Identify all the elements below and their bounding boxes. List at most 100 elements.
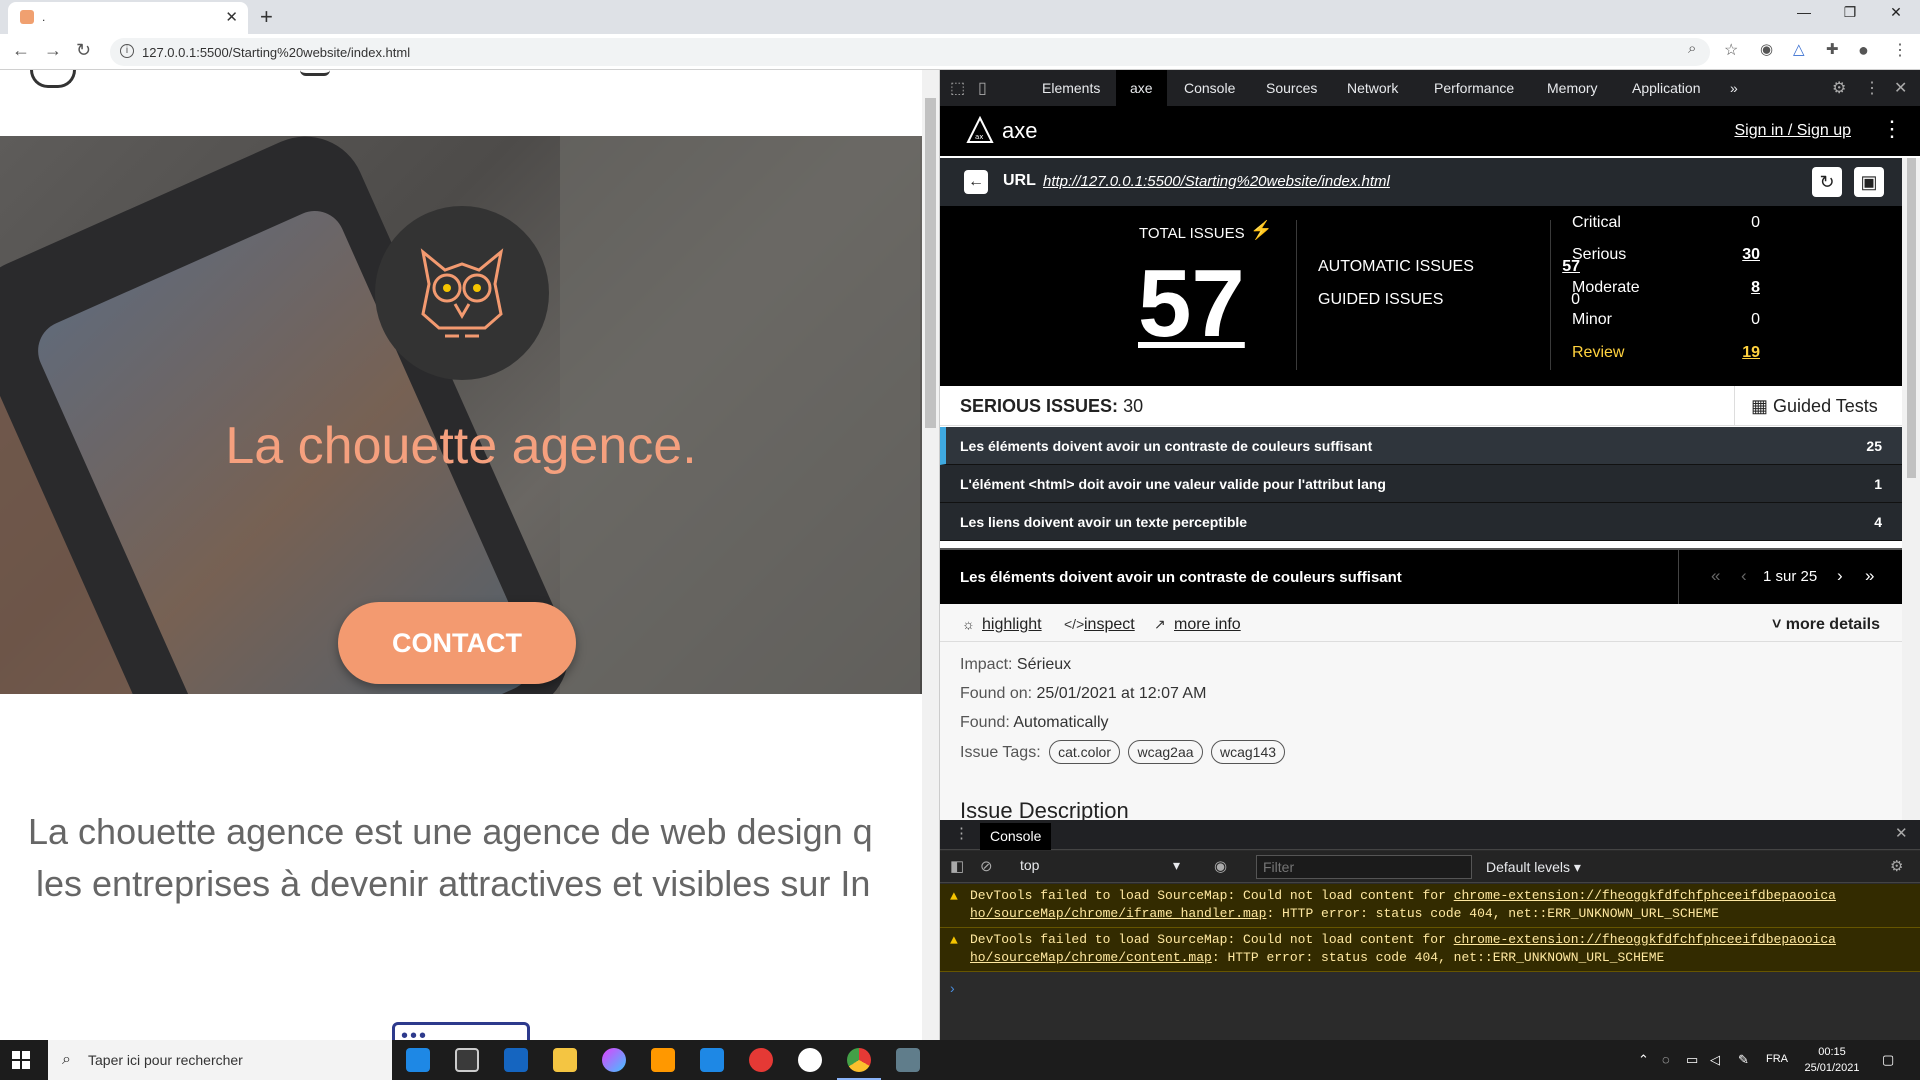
rescan-icon[interactable]: ↻: [1812, 167, 1842, 197]
mail-icon[interactable]: [504, 1048, 528, 1072]
axe-scrollbar[interactable]: [1902, 158, 1920, 820]
save-icon[interactable]: ▣: [1854, 167, 1884, 197]
drawer-menu-icon[interactable]: ⋮: [954, 824, 969, 842]
extensions-puzzle-icon[interactable]: ✚: [1826, 40, 1839, 58]
owl-logo: [375, 206, 549, 380]
minimize-button[interactable]: —: [1784, 4, 1824, 20]
page-scrollbar[interactable]: [922, 70, 939, 1040]
zoom-icon[interactable]: ⌕: [1688, 40, 1696, 57]
paint-icon[interactable]: [602, 1048, 626, 1072]
log-levels-select[interactable]: Default levels ▾: [1486, 859, 1581, 876]
volume-icon[interactable]: ◁: [1710, 1052, 1720, 1068]
more-details-toggle[interactable]: ˅ more details: [1772, 616, 1880, 634]
tab-axe[interactable]: axe: [1116, 70, 1167, 106]
console-filter-input[interactable]: [1256, 855, 1472, 879]
sidebar-toggle-icon[interactable]: ◧: [950, 857, 964, 875]
console-prompt[interactable]: ›: [950, 980, 955, 996]
tab-network[interactable]: Network: [1347, 70, 1398, 106]
page-scrollbar-thumb[interactable]: [925, 98, 936, 428]
pen-icon[interactable]: ✎: [1738, 1052, 1749, 1068]
bookmark-star-icon[interactable]: ☆: [1724, 40, 1738, 60]
close-drawer-icon[interactable]: ✕: [1895, 824, 1908, 842]
tray-chevron-icon[interactable]: ⌃: [1638, 1052, 1649, 1068]
store-icon[interactable]: [455, 1048, 479, 1072]
browser-tab[interactable]: . ✕: [8, 2, 248, 34]
prev-page-icon[interactable]: ‹: [1741, 566, 1747, 586]
taskbar-search-placeholder[interactable]: Taper ici pour rechercher: [88, 1052, 243, 1068]
profile-avatar-icon[interactable]: ●: [1858, 40, 1869, 61]
language-indicator[interactable]: FRA: [1766, 1053, 1788, 1065]
contact-button[interactable]: CONTACT: [338, 602, 576, 684]
clock[interactable]: 00:15 25/01/2021: [1802, 1044, 1862, 1076]
last-page-icon[interactable]: »: [1865, 566, 1874, 586]
network-icon[interactable]: ▭: [1686, 1052, 1698, 1068]
clear-console-icon[interactable]: ⊘: [980, 857, 993, 875]
tray-app-icon[interactable]: ◌: [1662, 1052, 1670, 1067]
guided-tests-button[interactable]: ▦ Guided Tests: [1734, 386, 1902, 426]
windows-start-icon[interactable]: [12, 1051, 30, 1069]
tab-console[interactable]: Console: [1184, 70, 1235, 106]
app-icon-11[interactable]: [896, 1048, 920, 1072]
tab-application[interactable]: Application: [1632, 70, 1701, 106]
address-url[interactable]: 127.0.0.1:5500/Starting%20website/index.…: [142, 45, 410, 60]
review-count[interactable]: 19: [1700, 344, 1760, 362]
site-logo[interactable]: [30, 70, 76, 88]
opera-icon[interactable]: [749, 1048, 773, 1072]
browser-menu-icon[interactable]: ⋮: [1892, 40, 1908, 60]
axe-extension-icon[interactable]: △: [1793, 40, 1805, 58]
serious-count[interactable]: 30: [1700, 246, 1760, 264]
next-page-icon[interactable]: ›: [1837, 566, 1843, 586]
extension-w-icon[interactable]: ◉: [1760, 40, 1773, 58]
forward-icon[interactable]: →: [44, 40, 62, 61]
context-select[interactable]: top ▾: [1020, 857, 1180, 873]
tab-elements[interactable]: Elements: [1042, 70, 1100, 106]
highlight-link[interactable]: highlight: [982, 616, 1042, 634]
search-icon: ⌕: [62, 1051, 71, 1068]
issue-row[interactable]: L'élément <html> doit avoir une valeur v…: [940, 465, 1902, 503]
tab-memory[interactable]: Memory: [1547, 70, 1598, 106]
back-icon[interactable]: ←: [12, 40, 30, 61]
console-settings-gear-icon[interactable]: ⚙: [1890, 857, 1903, 875]
issue-row[interactable]: Les liens doivent avoir un texte percept…: [940, 503, 1902, 541]
device-toolbar-icon[interactable]: ▯: [978, 78, 987, 98]
axe-back-button[interactable]: ←: [964, 170, 988, 194]
inspect-link[interactable]: inspect: [1084, 616, 1135, 634]
wamp-icon[interactable]: [798, 1048, 822, 1072]
more-tabs-icon[interactable]: »: [1730, 70, 1738, 106]
axe-scrollbar-thumb[interactable]: [1907, 158, 1916, 478]
file-explorer-icon[interactable]: [553, 1048, 577, 1072]
app-icon-1[interactable]: [406, 1048, 430, 1072]
sign-in-link[interactable]: Sign in / Sign up: [1734, 122, 1851, 140]
close-devtools-icon[interactable]: ✕: [1894, 78, 1907, 98]
close-tab-icon[interactable]: ✕: [225, 8, 238, 26]
total-issues-count[interactable]: 57: [1138, 254, 1245, 354]
tab-performance[interactable]: Performance: [1434, 70, 1514, 106]
moderate-count[interactable]: 8: [1700, 279, 1760, 297]
issue-row[interactable]: Les éléments doivent avoir un contraste …: [940, 427, 1902, 465]
notifications-icon[interactable]: ▢: [1882, 1052, 1894, 1068]
sublime-text-icon[interactable]: [651, 1048, 675, 1072]
guided-issues-label: GUIDED ISSUES: [1318, 291, 1444, 308]
more-info-link[interactable]: more info: [1174, 616, 1241, 634]
close-window-button[interactable]: ✕: [1876, 4, 1916, 21]
vscode-icon[interactable]: [700, 1048, 724, 1072]
new-tab-button[interactable]: +: [260, 4, 273, 30]
taskbar-search[interactable]: ⌕ Taper ici pour rechercher: [48, 1040, 392, 1080]
axe-menu-icon[interactable]: ⋮: [1881, 116, 1903, 142]
first-page-icon[interactable]: «: [1711, 566, 1720, 586]
critical-count: 0: [1751, 214, 1760, 231]
chrome-icon[interactable]: [837, 1048, 881, 1080]
tab-sources[interactable]: Sources: [1266, 70, 1317, 106]
scanned-url-link[interactable]: http://127.0.0.1:5500/Starting%20website…: [1043, 173, 1390, 190]
address-bar[interactable]: i 127.0.0.1:5500/Starting%20website/inde…: [110, 38, 1710, 66]
inspect-element-icon[interactable]: ⬚: [950, 78, 965, 98]
axe-logo-icon: ax: [966, 116, 994, 143]
drawer-tab-console[interactable]: Console: [980, 823, 1052, 850]
reload-icon[interactable]: ↻: [76, 40, 91, 61]
warning-icon: ▲: [950, 889, 958, 904]
live-expression-eye-icon[interactable]: ◉: [1214, 857, 1227, 875]
site-info-icon[interactable]: i: [120, 44, 134, 58]
devtools-menu-icon[interactable]: ⋮: [1864, 78, 1880, 98]
settings-gear-icon[interactable]: ⚙: [1832, 78, 1846, 98]
restore-button[interactable]: ❐: [1830, 4, 1870, 21]
